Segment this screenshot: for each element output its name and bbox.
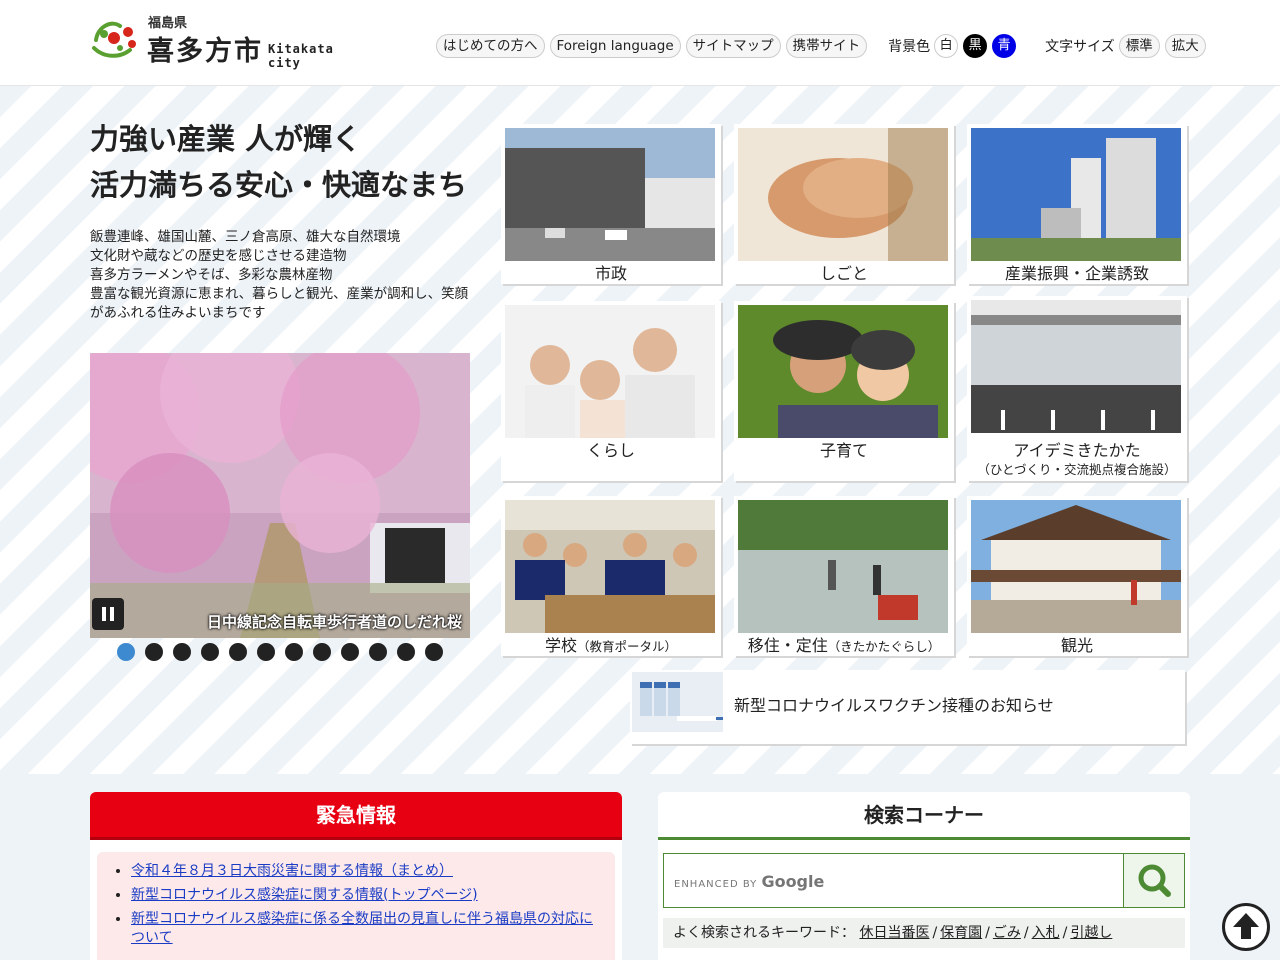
nav-foreign-language[interactable]: Foreign language bbox=[549, 34, 681, 58]
tile-image bbox=[505, 500, 715, 633]
hero-slideshow[interactable]: 日中線記念自転車歩行者道のしだれ桜 bbox=[90, 353, 470, 638]
slide-dot[interactable] bbox=[173, 643, 191, 661]
emergency-info-panel: 緊急情報 令和４年８月３日大雨災害に関する情報（まとめ） 新型コロナウイルス感染… bbox=[90, 792, 622, 960]
font-large-button[interactable]: 拡大 bbox=[1164, 34, 1206, 58]
tile-label: くらし bbox=[586, 441, 635, 460]
bg-black-button[interactable]: 黒 bbox=[963, 34, 988, 58]
tile-shigoto[interactable]: しごと bbox=[734, 124, 954, 284]
slide-dot[interactable] bbox=[369, 643, 387, 661]
search-title: 検索コーナー bbox=[658, 792, 1190, 840]
list-item: 新型コロナウイルス感染症に関する情報(トップページ) bbox=[131, 886, 601, 905]
logo-mark-icon bbox=[92, 21, 136, 58]
tile-kanko[interactable]: 観光 bbox=[967, 496, 1187, 656]
tile-kurashi[interactable]: くらし bbox=[501, 301, 721, 481]
search-icon bbox=[1138, 864, 1171, 897]
bg-blue-button[interactable]: 青 bbox=[992, 34, 1017, 58]
tile-iju[interactable]: 移住・定住（きたかたぐらし） bbox=[734, 496, 954, 656]
nav-mobile-site[interactable]: 携帯サイト bbox=[785, 34, 868, 58]
tile-kosodate[interactable]: 子育て bbox=[734, 301, 954, 481]
tile-label: 移住・定住（きたかたぐらし） bbox=[747, 636, 941, 655]
catchphrase: 力強い産業 人が輝く 活力満ちる安心・快適なまち bbox=[90, 116, 467, 208]
keyword-link[interactable]: 入札 bbox=[1032, 925, 1060, 941]
nav-first-time[interactable]: はじめての方へ bbox=[436, 34, 545, 58]
list-item: 令和４年８月３日大雨災害に関する情報（まとめ） bbox=[131, 862, 601, 881]
emergency-list-box: 令和４年８月３日大雨災害に関する情報（まとめ） 新型コロナウイルス感染症に関する… bbox=[97, 852, 615, 960]
tile-label: 観光 bbox=[1060, 636, 1093, 655]
tile-image bbox=[505, 305, 715, 438]
tile-image bbox=[738, 500, 948, 633]
tile-label: 学校（教育ポータル） bbox=[544, 636, 678, 655]
tile-image bbox=[971, 500, 1181, 633]
pause-icon[interactable] bbox=[92, 598, 124, 630]
emergency-link[interactable]: 令和４年８月３日大雨災害に関する情報（まとめ） bbox=[131, 863, 453, 879]
search-button[interactable] bbox=[1123, 854, 1184, 907]
keyword-link[interactable]: 保育園 bbox=[940, 925, 982, 941]
tile-label: しごと bbox=[819, 264, 868, 283]
description-line: 豊富な観光資源に恵まれ、暮らしと観光、産業が調和し、笑顔があふれる住みよいまちで… bbox=[90, 286, 469, 321]
keyword-link[interactable]: 引越し bbox=[1070, 925, 1112, 941]
logo-city-name: 喜多方市 bbox=[147, 36, 263, 67]
slide-image bbox=[90, 353, 470, 638]
keyword-link[interactable]: 休日当番医 bbox=[859, 925, 929, 941]
tile-image bbox=[505, 128, 715, 261]
tile-image bbox=[971, 128, 1181, 261]
back-to-top-button[interactable] bbox=[1222, 903, 1270, 951]
search-panel: 検索コーナー ENHANCED BY Google よく検索されるキーワード： … bbox=[658, 792, 1190, 960]
slide-dot[interactable] bbox=[397, 643, 415, 661]
description-line: 喜多方ラーメンやそば、多彩な農林産物 bbox=[90, 267, 333, 283]
slide-dot[interactable] bbox=[201, 643, 219, 661]
description-line: 文化財や蔵などの歴史を感じさせる建造物 bbox=[90, 248, 347, 264]
tile-sublabel: （ひとづくり・交流拠点複合施設） bbox=[977, 462, 1177, 477]
bg-white-button[interactable]: 白 bbox=[934, 34, 959, 58]
search-box: ENHANCED BY Google bbox=[663, 853, 1185, 908]
font-size-label: 文字サイズ bbox=[1045, 39, 1115, 55]
tile-label: アイデミきたかた bbox=[1013, 441, 1141, 460]
catchphrase-line1: 力強い産業 人が輝く bbox=[90, 122, 362, 156]
site-header: 福島県 喜多方市 Kitakata city はじめての方へ Foreign l… bbox=[0, 0, 1280, 86]
tile-school[interactable]: 学校（教育ポータル） bbox=[501, 496, 721, 656]
tile-industry[interactable]: 産業振興・企業誘致 bbox=[967, 124, 1187, 284]
site-logo[interactable]: 福島県 喜多方市 Kitakata city bbox=[90, 12, 360, 70]
vaccine-image bbox=[632, 672, 723, 732]
tile-image bbox=[738, 305, 948, 438]
arrow-up-icon bbox=[1233, 913, 1259, 939]
slide-dot[interactable] bbox=[229, 643, 247, 661]
emergency-title: 緊急情報 bbox=[90, 792, 622, 840]
keyword-link[interactable]: ごみ bbox=[993, 925, 1021, 941]
catchphrase-line2: 活力満ちる安心・快適なまち bbox=[90, 168, 468, 202]
slide-dot[interactable] bbox=[313, 643, 331, 661]
font-standard-button[interactable]: 標準 bbox=[1118, 34, 1160, 58]
tile-label: 産業振興・企業誘致 bbox=[1004, 264, 1149, 283]
logo-city-english: Kitakata city bbox=[268, 42, 334, 70]
tile-image bbox=[738, 128, 948, 261]
slide-caption: 日中線記念自転車歩行者道のしだれ桜 bbox=[206, 613, 462, 631]
bg-color-label: 背景色 bbox=[888, 39, 931, 55]
city-description: 飯豊連峰、雄国山麓、三ノ倉高原、雄大な自然環境 文化財や蔵などの歴史を感じさせる… bbox=[90, 228, 475, 323]
tile-image bbox=[971, 300, 1181, 433]
popular-keywords: よく検索されるキーワード： 休日当番医 / 保育園 / ごみ / 入札 / 引越し bbox=[663, 918, 1185, 948]
covid-banner-label: 新型コロナウイルスワクチン接種のお知らせ bbox=[734, 696, 1054, 715]
keywords-label: よく検索されるキーワード： bbox=[673, 925, 855, 941]
description-line: 飯豊連峰、雄国山麓、三ノ倉高原、雄大な自然環境 bbox=[90, 229, 401, 245]
tile-shisei[interactable]: 市政 bbox=[501, 124, 721, 284]
slide-dot[interactable] bbox=[341, 643, 359, 661]
nav-sitemap[interactable]: サイトマップ bbox=[685, 34, 781, 58]
covid-vaccine-banner[interactable]: 新型コロナウイルスワクチン接種のお知らせ bbox=[630, 670, 1185, 744]
slide-dot[interactable] bbox=[117, 643, 135, 661]
tile-label: 子育て bbox=[819, 441, 868, 460]
top-navigation: はじめての方へ Foreign language サイトマップ 携帯サイト 背景… bbox=[436, 34, 1211, 58]
slide-pagination bbox=[117, 643, 453, 661]
tile-label: 市政 bbox=[594, 264, 627, 283]
emergency-link[interactable]: 新型コロナウイルス感染症に係る全数届出の見直しに伴う福島県の対応について bbox=[131, 911, 593, 946]
lower-section: 緊急情報 令和４年８月３日大雨災害に関する情報（まとめ） 新型コロナウイルス感染… bbox=[0, 774, 1280, 960]
slide-dot[interactable] bbox=[145, 643, 163, 661]
hero-section: 力強い産業 人が輝く 活力満ちる安心・快適なまち 飯豊連峰、雄国山麓、三ノ倉高原… bbox=[0, 86, 1280, 774]
slide-dot[interactable] bbox=[425, 643, 443, 661]
slide-dot[interactable] bbox=[257, 643, 275, 661]
slide-dot[interactable] bbox=[285, 643, 303, 661]
list-item: 新型コロナウイルス感染症に係る全数届出の見直しに伴う福島県の対応について bbox=[131, 910, 601, 948]
search-input[interactable] bbox=[664, 854, 1124, 907]
emergency-link[interactable]: 新型コロナウイルス感染症に関する情報(トップページ) bbox=[131, 887, 478, 903]
tile-aidemi[interactable]: アイデミきたかた （ひとづくり・交流拠点複合施設） bbox=[967, 296, 1187, 481]
